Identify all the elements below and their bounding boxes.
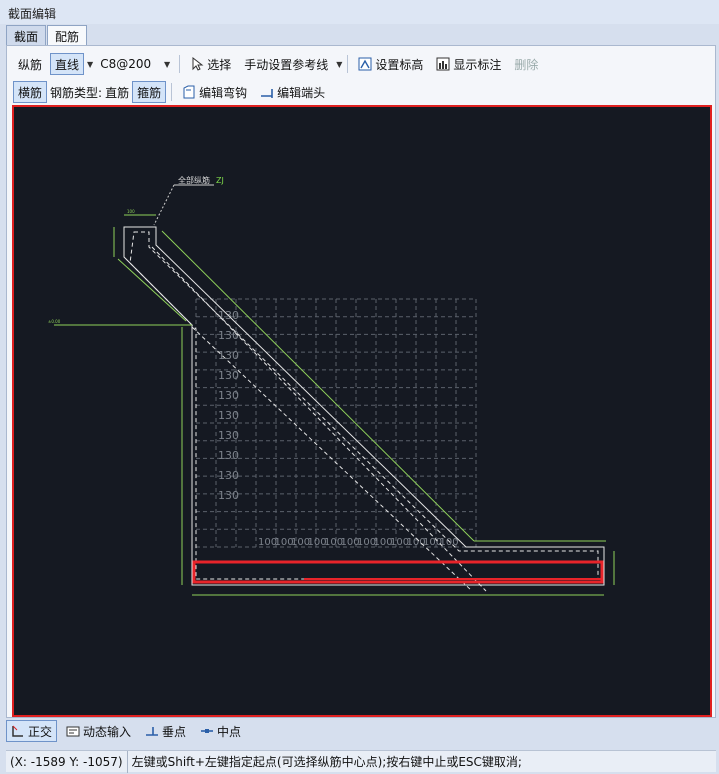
line-mode-label: 直线 [55,57,80,72]
edit-end-label: 编辑端头 [277,85,326,100]
show-annotation-button[interactable]: 显示标注 [431,53,506,75]
status-bar: (X: -1589 Y: -1057) 左键或Shift+左键指定起点(可选择纵… [6,750,716,773]
hook-icon [183,85,195,99]
tab-bar: 截面 配筋 [6,25,88,46]
toolbar-secondary: 横筋 钢筋类型: 直筋 箍筋 编辑弯钩 编辑端头 [13,79,330,105]
delete-button[interactable]: 删除 [509,53,543,75]
dynamic-input-button[interactable]: 动态输入 [61,720,136,742]
grid-row-label: 130 [218,469,239,482]
grid-row-label: 130 [218,389,239,402]
cursor-coordinates: (X: -1589 Y: -1057) [6,750,128,773]
rebar-type-value[interactable]: 直筋 [105,84,129,101]
tab-section[interactable]: 截面 [6,25,47,45]
edit-hook-label: 编辑弯钩 [199,85,248,100]
reinforcement-panel: 纵筋 直线 ▼ C8@200 ▼ 选择 手动设置参考线 ▼ 设置标高 显示标注 删… [6,45,716,718]
ortho-label: 正交 [28,724,53,739]
tab-reinforcement[interactable]: 配筋 [47,25,88,46]
status-hint: 左键或Shift+左键指定起点(可选择纵筋中心点);按右键中止或ESC键取消; [131,755,522,769]
cursor-arrow-icon [192,57,204,71]
set-elevation-button[interactable]: 设置标高 [353,53,428,75]
delete-label: 删除 [514,57,539,72]
edit-hook-button[interactable]: 编辑弯钩 [177,81,252,103]
toolbar-divider [179,55,181,73]
select-label: 选择 [207,57,232,72]
grid-row-label: 130 [218,489,239,502]
elevation-text: ±0.00 [48,319,61,324]
transverse-button[interactable]: 横筋 [13,81,48,103]
rebar-spec-value: C8@200 [100,57,152,71]
grid-labels: 1301301301301301301301301301301001001001… [218,309,459,548]
chevron-down-icon: ▼ [164,59,171,69]
annotation-chart-icon [436,57,450,71]
toolbar-divider [171,83,173,101]
rebar-spec-select[interactable]: C8@200 ▼ [96,53,174,75]
select-button[interactable]: 选择 [185,53,236,75]
dynamic-input-icon [66,726,80,737]
reference-line-dropdown-icon[interactable]: ▼ [336,60,342,69]
grid-col-label: 100 [440,537,459,548]
grid-row-label: 130 [218,409,239,422]
stirrup-label: 箍筋 [137,85,162,100]
longitudinal-label: 纵筋 [18,57,43,72]
edit-end-button[interactable]: 编辑端头 [255,81,330,103]
perpendicular-label: 垂点 [162,724,187,739]
drawing-canvas[interactable]: 130 130 130 130 130 130 130 130 130 130 100 100 100 1… [12,105,712,717]
perpendicular-button[interactable]: 垂点 [140,720,191,742]
ortho-icon [12,725,23,737]
toolbar-primary: 纵筋 直线 ▼ C8@200 ▼ 选择 手动设置参考线 ▼ 设置标高 显示标注 删… [13,51,543,77]
show-annotation-label: 显示标注 [453,57,502,72]
rebar-label: 全部纵筋 [178,175,210,185]
line-mode-dropdown-icon[interactable]: ▼ [87,60,93,69]
grid-row-label: 130 [218,349,239,362]
manual-reference-line-label: 手动设置参考线 [244,57,329,72]
transverse-label: 横筋 [18,85,43,100]
set-elevation-label: 设置标高 [375,57,424,72]
ortho-button[interactable]: 正交 [6,720,58,742]
dynamic-input-label: 动态输入 [83,724,132,739]
rebar-type-label: 钢筋类型: [50,85,103,100]
elevation-icon [358,57,372,71]
end-marker-icon [261,89,273,98]
grid-row-label: 130 [218,429,239,442]
longitudinal-button[interactable]: 纵筋 [13,53,47,75]
midpoint-button[interactable]: 中点 [195,720,246,742]
leader-line [153,184,175,226]
manual-reference-line-button[interactable]: 手动设置参考线 [239,53,333,75]
grid-row-label: 130 [218,449,239,462]
rebar-label-code: ZJ [216,176,224,185]
snap-toolbar: 正交 动态输入 垂点 中点 [6,719,246,743]
stirrup-button[interactable]: 箍筋 [132,81,167,103]
window-title: 截面编辑 [0,0,719,24]
line-mode-button[interactable]: 直线 [50,53,85,75]
perpendicular-icon [146,727,159,736]
toolbar-divider [347,55,349,73]
grid-row-label: 130 [218,369,239,382]
dim-text: 100 [127,209,135,214]
midpoint-icon [201,729,214,733]
section-drawing: 1301301301301301301301301301301001001001… [48,175,615,596]
grid-row-label: 130 [218,329,239,342]
midpoint-label: 中点 [217,724,242,739]
